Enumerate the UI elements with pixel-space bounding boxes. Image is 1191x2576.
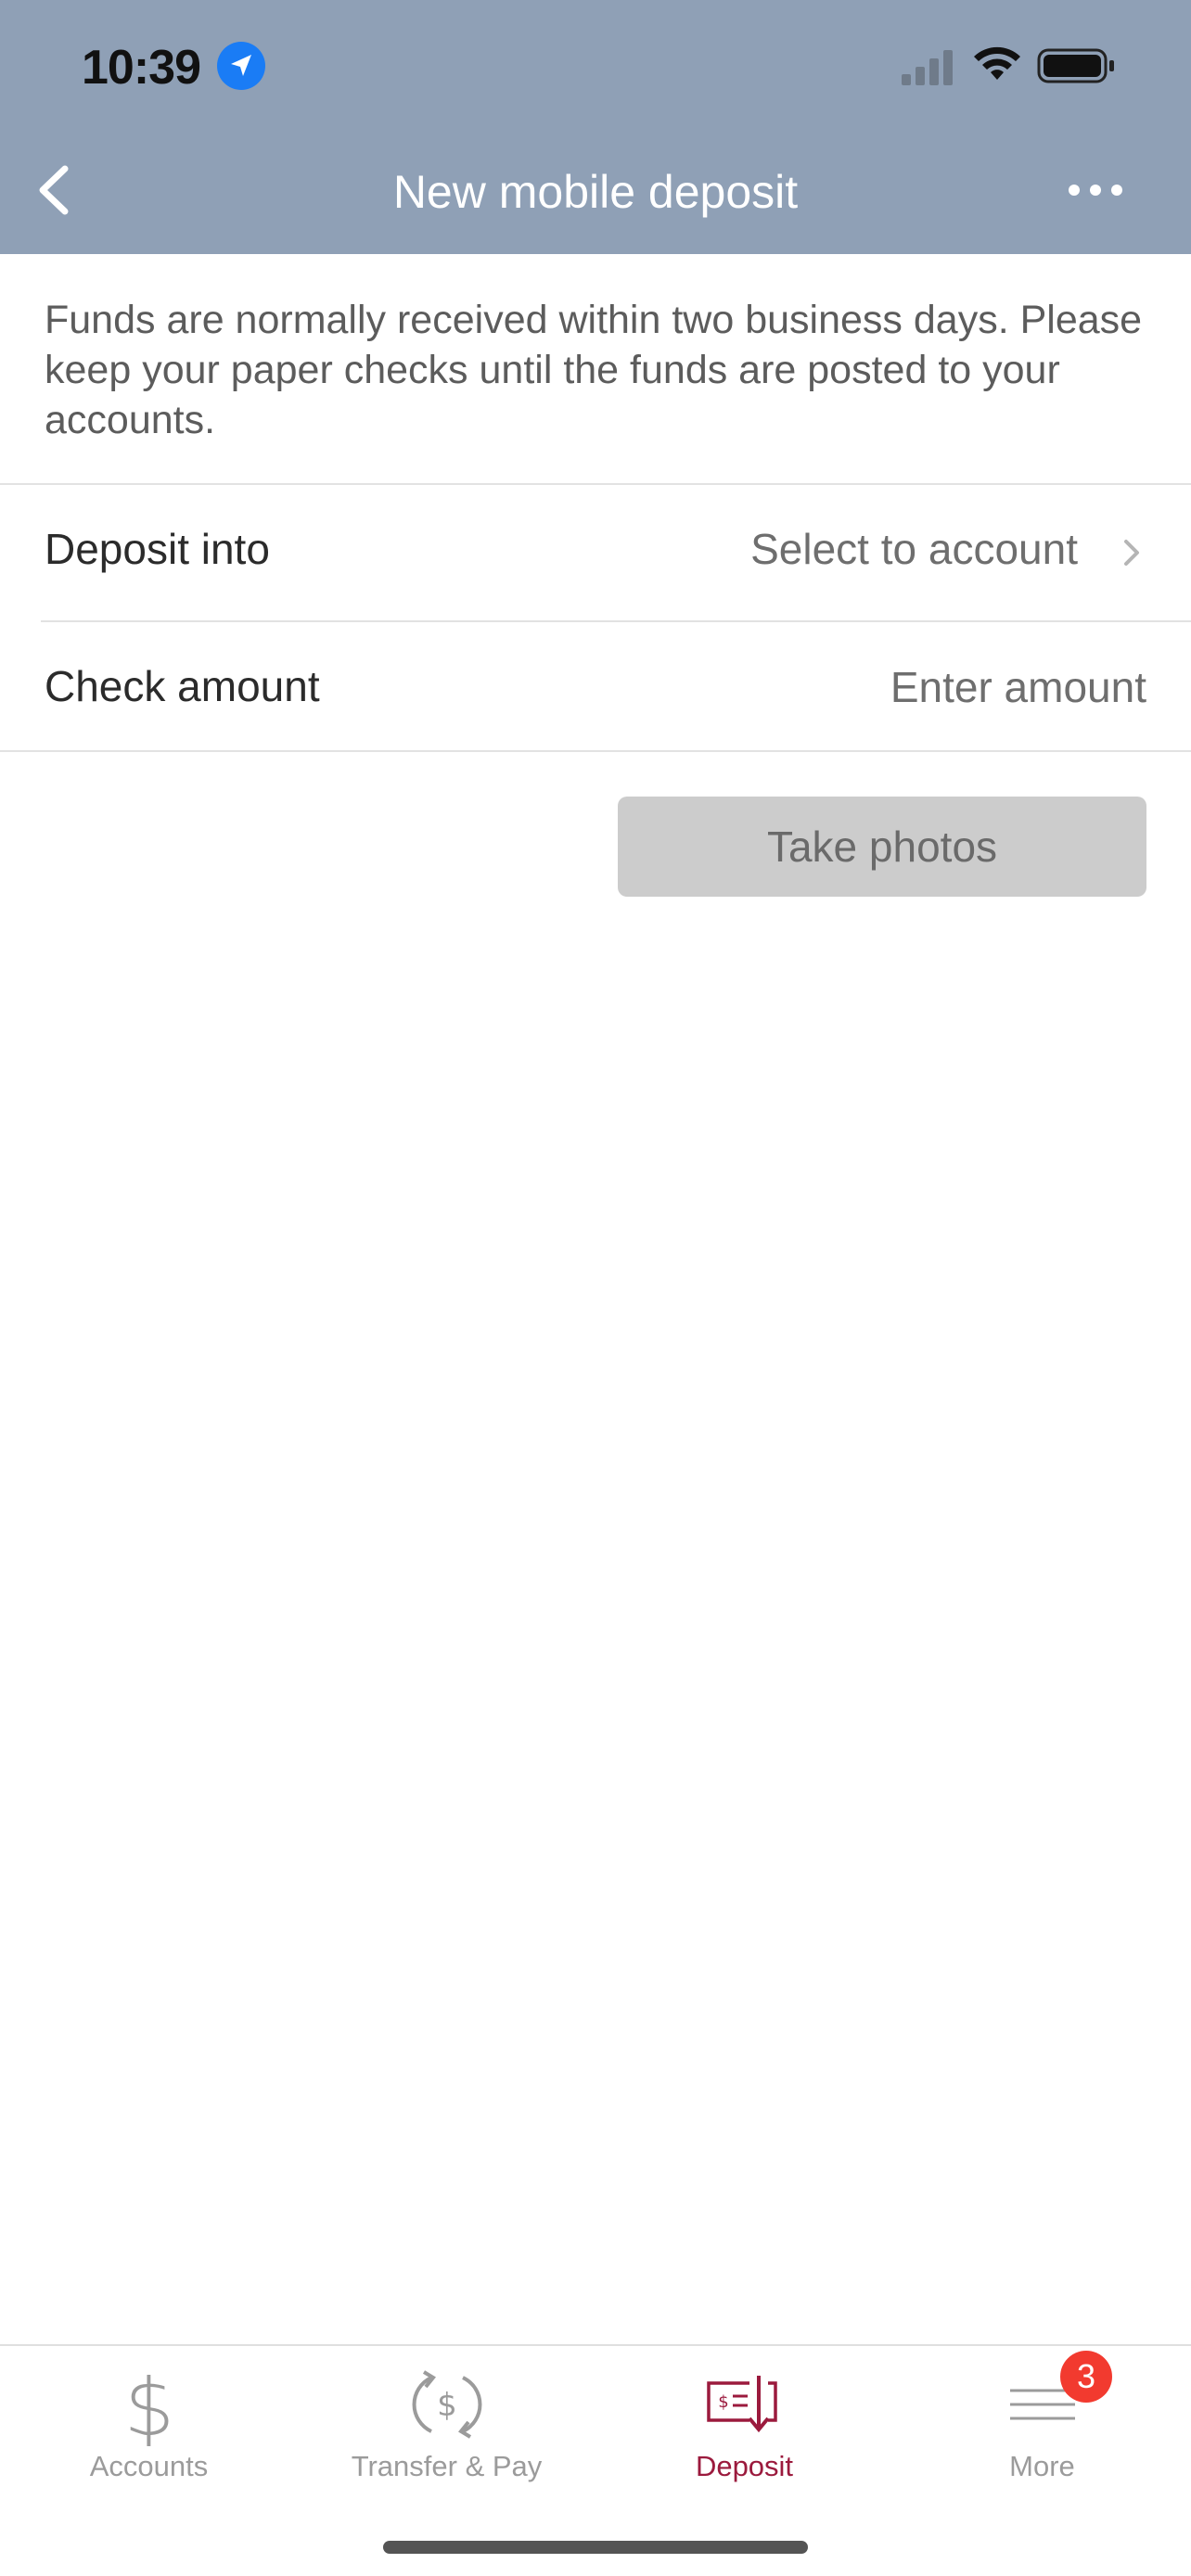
- check-amount-input[interactable]: [664, 655, 1146, 720]
- wifi-icon: [974, 46, 1020, 80]
- battery-icon: [1037, 48, 1114, 83]
- page-title: New mobile deposit: [392, 166, 799, 218]
- status-time: 10:39: [82, 41, 201, 95]
- tab-accounts[interactable]: $ Accounts: [0, 2346, 298, 2504]
- deposit-into-row[interactable]: Deposit into Select to account: [0, 485, 1191, 613]
- check-amount-label: Check amount: [45, 662, 320, 710]
- more-options-button[interactable]: [1063, 172, 1128, 209]
- header: 10:39 New mobile deposit: [0, 0, 1191, 254]
- tab-transfer-pay[interactable]: $ Transfer & Pay: [298, 2346, 596, 2504]
- tab-label: Transfer & Pay: [351, 2450, 543, 2482]
- transfer-dollar-icon: $: [412, 2370, 481, 2439]
- notification-badge: 3: [1060, 2351, 1112, 2403]
- cellular-signal-icon: [902, 50, 953, 85]
- home-indicator[interactable]: [383, 2541, 808, 2554]
- svg-text:$: $: [718, 2392, 728, 2412]
- deposit-account-value: Select to account: [750, 525, 1078, 573]
- info-text: Funds are normally received within two b…: [45, 298, 1143, 442]
- svg-text:$: $: [437, 2387, 457, 2424]
- take-photos-button[interactable]: Take photos: [618, 797, 1146, 897]
- screen: 10:39 New mobile deposit Funds are norma…: [0, 0, 1191, 2576]
- tab-label: Accounts: [89, 2450, 209, 2482]
- tab-label: More: [1009, 2450, 1075, 2482]
- location-arrow-icon: [217, 42, 265, 90]
- chevron-right-icon: [1124, 540, 1139, 566]
- svg-text:$: $: [123, 2363, 174, 2446]
- check-deposit-icon: $: [706, 2376, 777, 2433]
- dollar-icon: $: [123, 2363, 174, 2446]
- tab-label: Deposit: [695, 2450, 794, 2482]
- tab-more[interactable]: More: [893, 2346, 1191, 2504]
- divider: [0, 750, 1191, 752]
- deposit-into-label: Deposit into: [45, 525, 270, 573]
- tab-deposit[interactable]: $ Deposit: [596, 2346, 893, 2504]
